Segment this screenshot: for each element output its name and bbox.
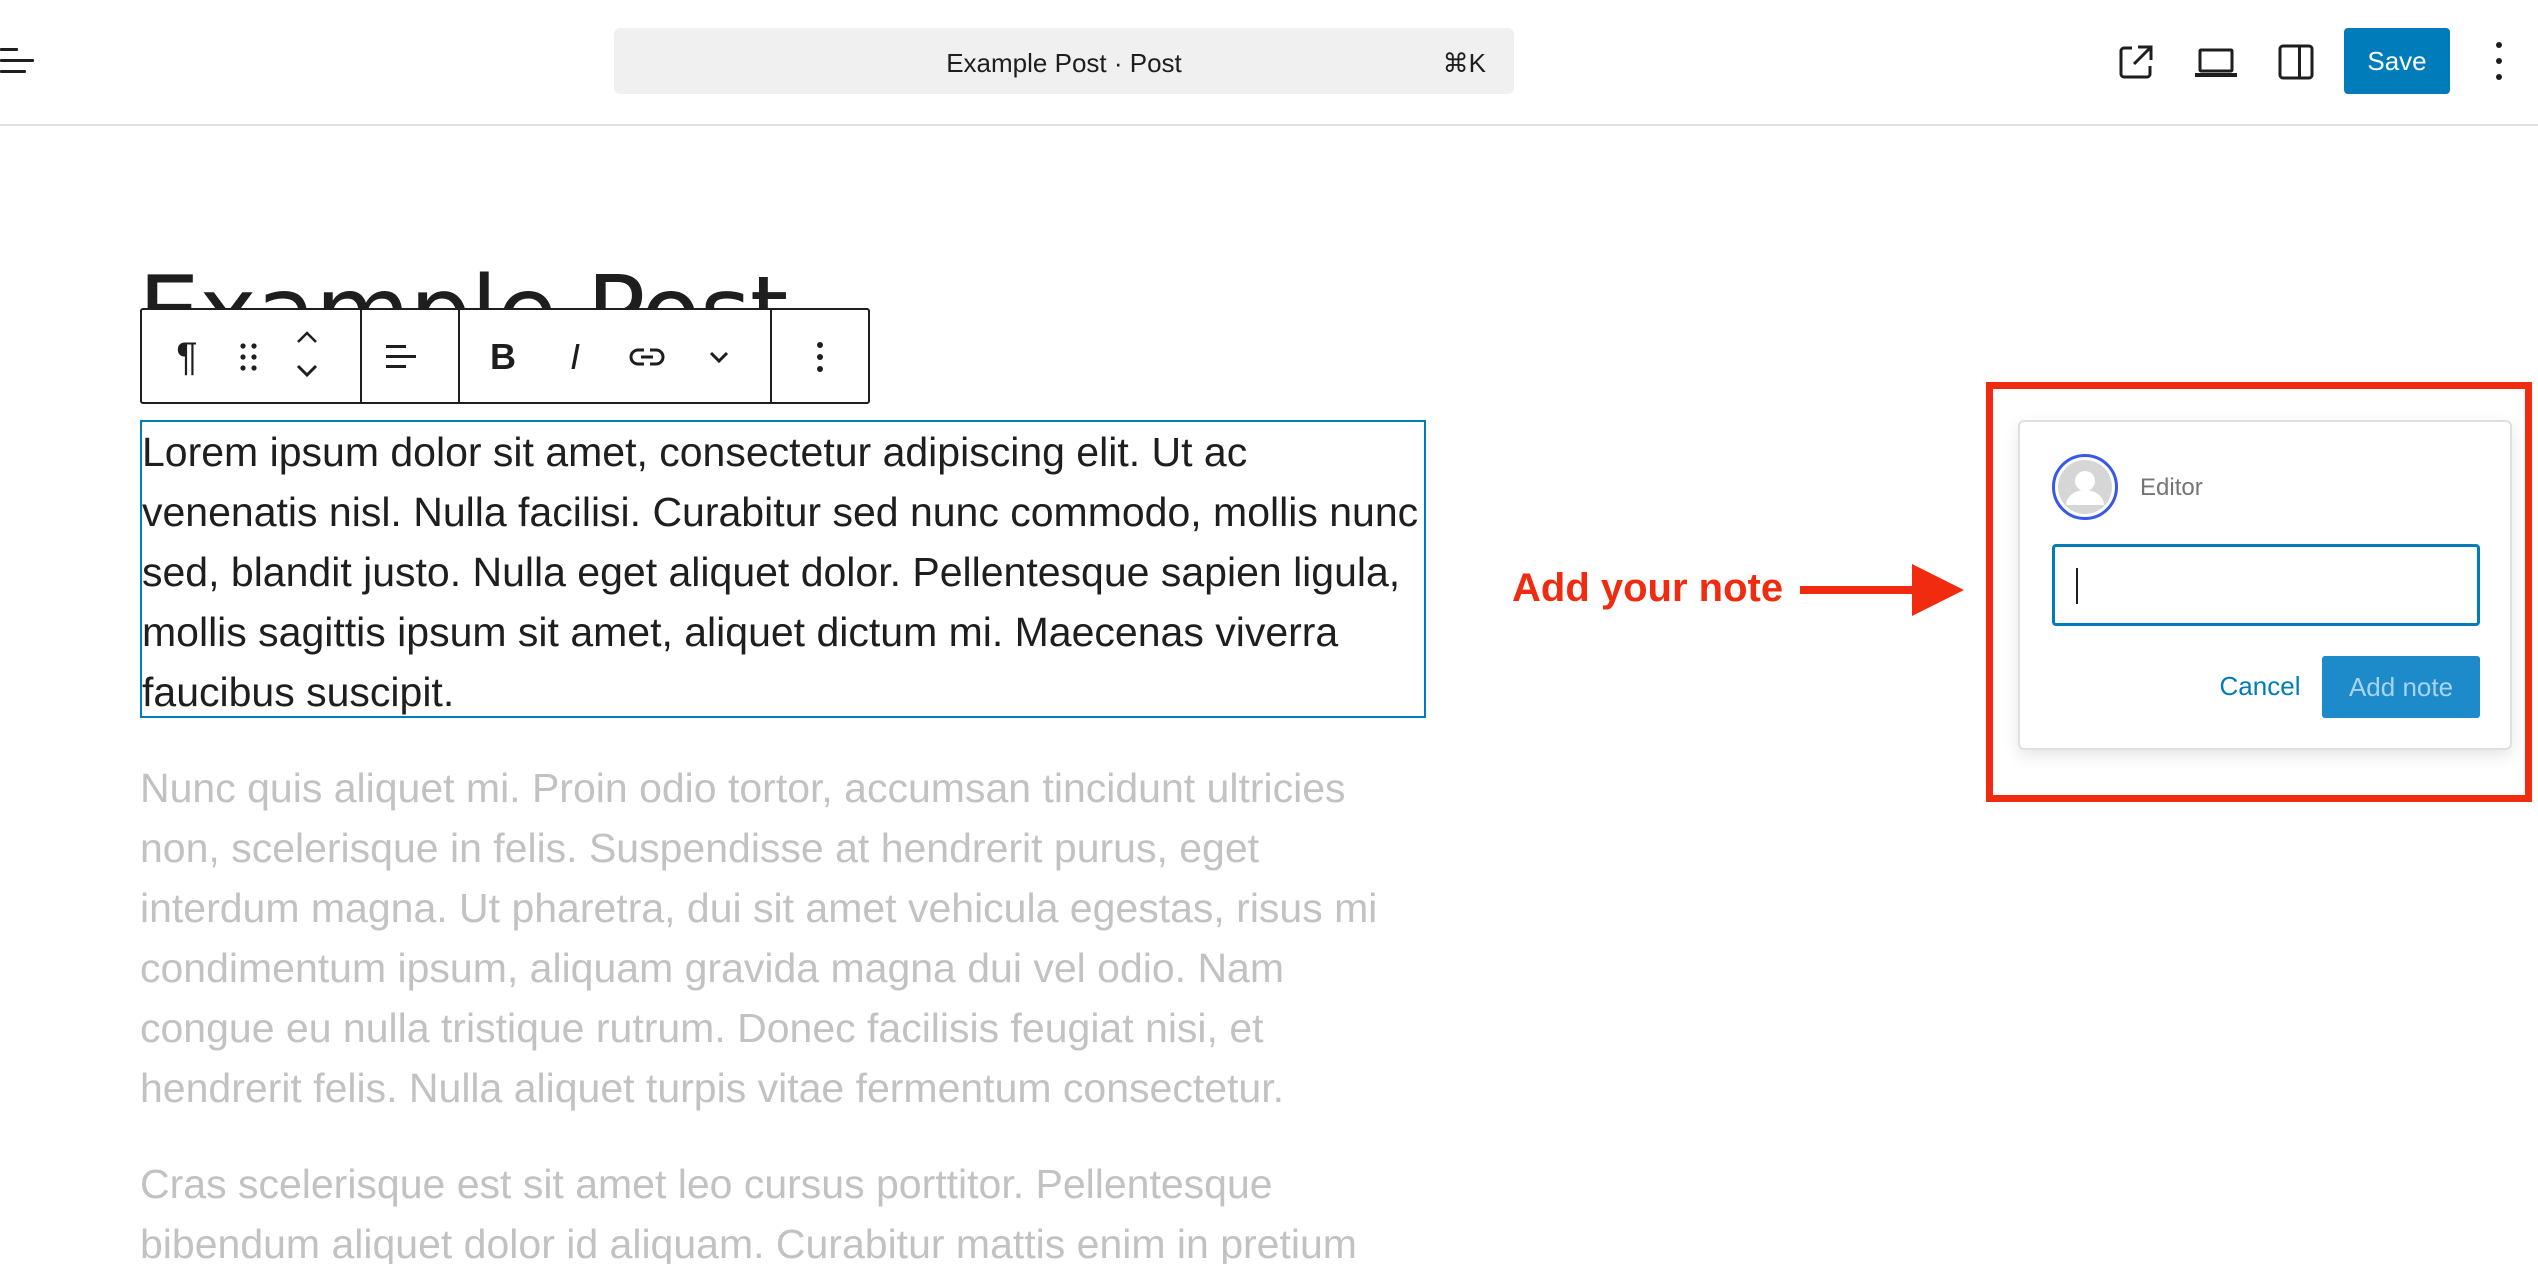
document-overview-icon[interactable] (0, 44, 34, 80)
note-author: Editor (2140, 474, 2203, 501)
add-note-button[interactable]: Add note (2322, 656, 2480, 718)
align-icon[interactable] (382, 332, 420, 382)
paragraph-icon[interactable]: ¶ (170, 332, 204, 382)
cancel-button[interactable]: Cancel (2190, 656, 2330, 716)
toolbar-divider (360, 310, 362, 402)
annotation-label: Add your note (1512, 566, 1784, 610)
italic-icon[interactable]: I (558, 332, 592, 382)
paragraph-text: Lorem ipsum dolor sit amet, consectetur … (142, 429, 1419, 715)
drag-handle-icon[interactable] (238, 332, 260, 382)
device-preview-icon[interactable] (2194, 42, 2238, 82)
paragraph-block-selected[interactable]: Lorem ipsum dolor sit amet, consectetur … (140, 420, 1426, 718)
editor-header: Example Post · Post ⌘K Save (0, 0, 2538, 126)
toolbar-divider (458, 310, 460, 402)
toolbar-divider (770, 310, 772, 402)
link-icon[interactable] (626, 332, 668, 382)
view-post-icon[interactable] (2116, 42, 2156, 82)
arrow-right-icon (1800, 564, 1964, 616)
note-popover: Editor Cancel Add note (2018, 420, 2512, 750)
note-input[interactable] (2052, 544, 2480, 626)
bold-icon[interactable]: B (486, 332, 520, 382)
move-up-icon[interactable] (292, 324, 322, 352)
block-editor: Example Post · Post ⌘K Save Example Post (0, 0, 2538, 1264)
more-rich-text-icon[interactable] (704, 332, 734, 382)
user-avatar-icon (2058, 460, 2112, 514)
paragraph-text: Nunc quis aliquet mi. Proin odio tortor,… (140, 765, 1378, 1111)
paragraph-block[interactable]: Nunc quis aliquet mi. Proin odio tortor,… (140, 758, 1426, 1118)
block-options-icon[interactable] (808, 332, 832, 382)
command-palette-bar[interactable]: Example Post · Post ⌘K (614, 28, 1514, 94)
move-down-icon[interactable] (292, 358, 322, 386)
block-toolbar: ¶ B I (140, 308, 870, 404)
keyboard-shortcut: ⌘K (1442, 48, 1486, 78)
paragraph-text: Cras scelerisque est sit amet leo cursus… (140, 1161, 1357, 1264)
save-button[interactable]: Save (2344, 28, 2450, 94)
document-title: Example Post · Post (946, 48, 1182, 78)
options-icon[interactable] (2482, 38, 2516, 84)
text-caret (2076, 568, 2078, 604)
avatar (2052, 454, 2118, 520)
paragraph-block[interactable]: Cras scelerisque est sit amet leo cursus… (140, 1154, 1426, 1264)
settings-sidebar-icon[interactable] (2276, 42, 2316, 82)
